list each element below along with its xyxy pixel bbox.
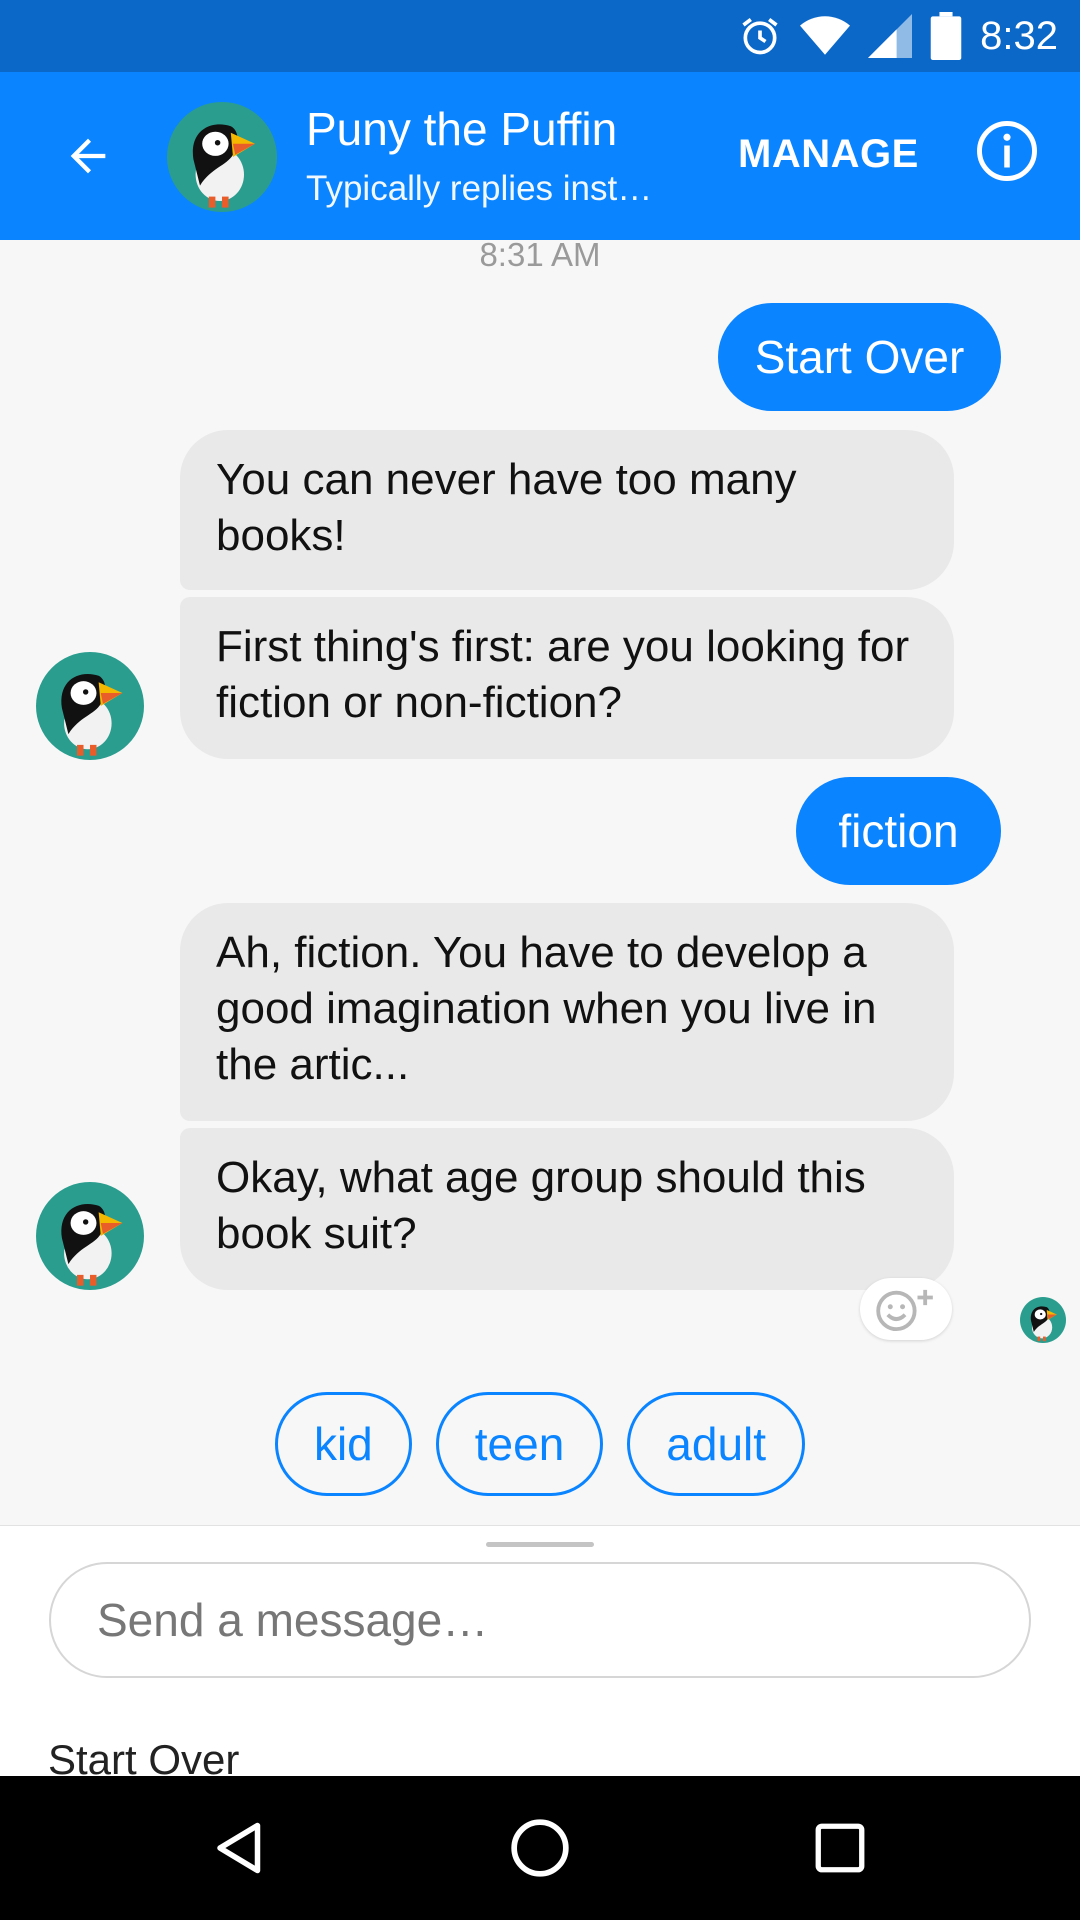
back-button[interactable]: [48, 116, 128, 196]
composer: Start Over: [0, 1525, 1080, 1781]
contact-name[interactable]: Puny the Puffin: [306, 102, 617, 156]
manage-button[interactable]: MANAGE: [738, 132, 919, 177]
bot-message[interactable]: Okay, what age group should this book su…: [180, 1128, 954, 1290]
bot-avatar[interactable]: [36, 652, 144, 760]
message-timestamp: 8:31 AM: [479, 236, 601, 273]
signal-icon: [868, 14, 913, 58]
contact-avatar[interactable]: [167, 102, 277, 212]
persistent-menu-item-start-over[interactable]: Start Over: [48, 1736, 239, 1781]
drawer-handle[interactable]: [486, 1542, 594, 1547]
seen-receipt-avatar: [1020, 1297, 1066, 1343]
square-recents-icon: [815, 1823, 865, 1873]
bot-message[interactable]: Ah, fiction. You have to develop a good …: [180, 903, 954, 1121]
nav-back-button[interactable]: [200, 1808, 280, 1888]
triangle-back-icon: [217, 1822, 261, 1874]
smiley-plus-icon: [876, 1289, 933, 1332]
bot-message[interactable]: You can never have too many books!: [180, 430, 954, 590]
nav-recents-button[interactable]: [800, 1808, 880, 1888]
add-reaction-button[interactable]: [860, 1278, 952, 1340]
quick-reply-kid[interactable]: kid: [274, 1392, 412, 1496]
conversation-thread[interactable]: 8:31 AM Start Over You can never have to…: [0, 236, 1080, 1525]
info-button[interactable]: [974, 118, 1040, 184]
status-bar: 8:32: [0, 0, 1080, 72]
wifi-icon: [800, 16, 851, 55]
nav-home-button[interactable]: [500, 1808, 580, 1888]
quick-replies: kid teen adult: [0, 1392, 1080, 1496]
bot-message[interactable]: First thing's first: are you looking for…: [180, 597, 954, 759]
battery-icon: [930, 12, 962, 60]
circle-home-icon: [511, 1819, 569, 1877]
status-time: 8:32: [980, 14, 1058, 58]
alarm-icon: [742, 18, 778, 55]
quick-reply-teen[interactable]: teen: [435, 1392, 604, 1496]
info-icon: [977, 121, 1037, 181]
message-input[interactable]: [49, 1562, 1031, 1678]
app-bar: Puny the Puffin Typically replies inst… …: [0, 72, 1080, 240]
response-time-subtitle: Typically replies inst…: [306, 169, 653, 208]
bot-avatar[interactable]: [36, 1182, 144, 1290]
user-message[interactable]: fiction: [796, 777, 1001, 885]
user-message[interactable]: Start Over: [718, 303, 1001, 411]
back-arrow-icon: [70, 138, 106, 174]
system-nav-bar: [0, 1776, 1080, 1920]
quick-reply-adult[interactable]: adult: [627, 1392, 806, 1496]
